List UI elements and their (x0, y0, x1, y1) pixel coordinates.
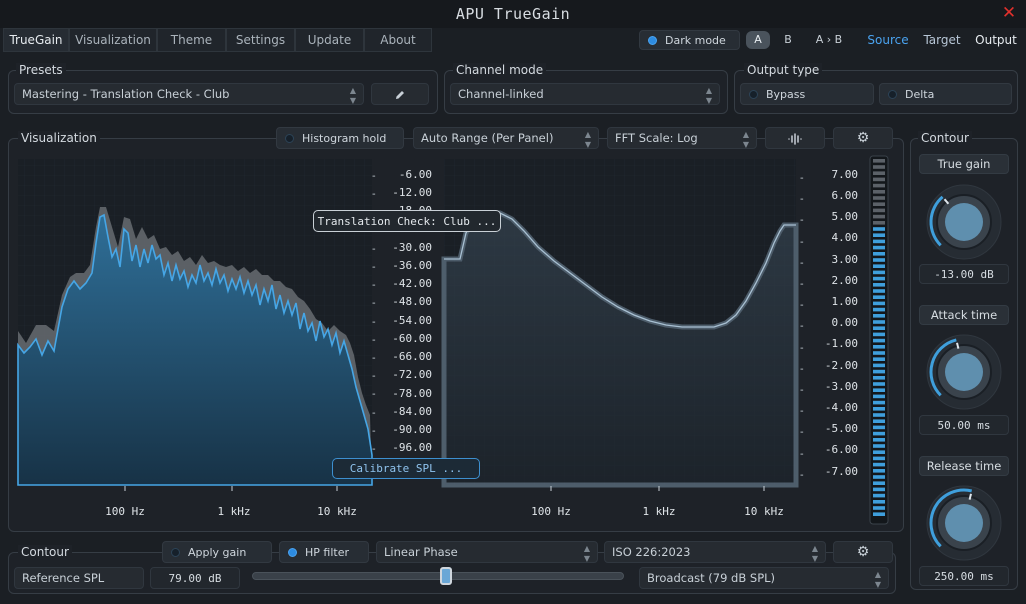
freq-label: 1 kHz (217, 505, 251, 518)
freq-label: 100 Hz (531, 505, 571, 518)
monitor-target-button[interactable]: Target (918, 31, 966, 49)
hp-filter-indicator-icon (288, 548, 297, 557)
contour-bottom-title: Contour (18, 545, 72, 559)
contour-settings-button[interactable]: ⚙ (833, 541, 893, 563)
reference-spl-value[interactable]: 79.00 dB (150, 567, 240, 589)
channel-mode-select[interactable]: Channel-linked ▲ ▼ (450, 83, 720, 105)
dark-mode-indicator-icon (648, 36, 657, 45)
presets-title: Presets (16, 63, 66, 77)
updown-icon: ▲ ▼ (584, 130, 591, 149)
attack-time-label: Attack time (919, 305, 1009, 325)
edit-preset-button[interactable] (371, 83, 429, 105)
freq-label: 10 kHz (744, 505, 784, 518)
histogram-hold-toggle[interactable]: Histogram hold (276, 127, 404, 149)
output-type-title: Output type (744, 63, 823, 77)
release-time-label: Release time (919, 456, 1009, 476)
slider-thumb[interactable] (440, 567, 453, 585)
reference-spl-slider[interactable] (252, 567, 624, 585)
standard-value: ISO 226:2023 (612, 545, 691, 559)
ab-copy-button[interactable]: A › B (806, 31, 852, 49)
true-gain-value[interactable]: -13.00 dB (919, 264, 1009, 284)
true-gain-knob[interactable] (924, 182, 1004, 262)
attack-time-value[interactable]: 50.00 ms (919, 415, 1009, 435)
tab-update[interactable]: Update (295, 28, 364, 52)
tab-truegain[interactable]: TrueGain (3, 28, 69, 52)
updown-icon: ▲ ▼ (349, 86, 356, 105)
phase-value: Linear Phase (384, 545, 458, 559)
right-scale-ticks: --------------- (800, 173, 804, 481)
contour-side-title: Contour (918, 131, 972, 145)
tab-settings[interactable]: Settings (226, 28, 295, 52)
freq-label: 100 Hz (105, 505, 145, 518)
ab-a-button[interactable]: A (746, 31, 770, 49)
visualization-settings-button[interactable]: ⚙ (833, 127, 893, 149)
delta-indicator-icon (888, 90, 897, 99)
calibrate-spl-button[interactable]: Calibrate SPL ... (332, 458, 480, 479)
reference-spl-label: Reference SPL (14, 567, 144, 589)
histogram-hold-indicator-icon (285, 134, 294, 143)
hp-filter-toggle[interactable]: HP filter (279, 541, 369, 563)
updown-icon: ▲ ▼ (742, 130, 749, 149)
updown-icon: ▲ ▼ (811, 544, 818, 563)
freq-label: 10 kHz (317, 505, 357, 518)
waveform-button[interactable] (765, 127, 825, 149)
fft-scale-value: FFT Scale: Log (615, 131, 698, 145)
range-select[interactable]: Auto Range (Per Panel) ▲ ▼ (413, 127, 599, 149)
spl-preset-value: Broadcast (79 dB SPL) (647, 571, 776, 585)
monitor-output-button[interactable]: Output (972, 31, 1020, 49)
close-icon[interactable]: ✕ (1000, 4, 1018, 22)
spl-preset-select[interactable]: Broadcast (79 dB SPL) ▲ ▼ (639, 567, 889, 589)
freq-label: 1 kHz (642, 505, 676, 518)
bypass-indicator-icon (749, 90, 758, 99)
histogram-hold-label: Histogram hold (302, 132, 387, 145)
apply-gain-indicator-icon (171, 548, 180, 557)
bypass-label: Bypass (766, 88, 806, 101)
fft-scale-select[interactable]: FFT Scale: Log ▲ ▼ (607, 127, 757, 149)
delta-toggle[interactable]: Delta (879, 83, 1012, 105)
visualization-title: Visualization (18, 131, 100, 145)
preset-value: Mastering - Translation Check - Club (22, 87, 230, 101)
true-gain-label: True gain (919, 154, 1009, 174)
apply-gain-label: Apply gain (188, 546, 247, 559)
attack-time-knob[interactable] (924, 332, 1004, 412)
delta-label: Delta (905, 88, 935, 101)
gear-icon: ⚙ (856, 130, 870, 146)
updown-icon: ▲ ▼ (874, 570, 881, 589)
release-time-knob[interactable] (924, 483, 1004, 563)
standard-select[interactable]: ISO 226:2023 ▲ ▼ (604, 541, 826, 563)
phase-select[interactable]: Linear Phase ▲ ▼ (376, 541, 598, 563)
tab-about[interactable]: About (364, 28, 432, 52)
channel-mode-value: Channel-linked (458, 87, 544, 101)
channel-mode-title: Channel mode (453, 63, 547, 77)
target-curve-tag[interactable]: Translation Check: Club ... (313, 210, 501, 232)
updown-icon: ▲ ▼ (705, 86, 712, 105)
apply-gain-toggle[interactable]: Apply gain (162, 541, 272, 563)
pencil-icon (396, 91, 404, 99)
app-title: APU TrueGain (455, 5, 571, 23)
range-value: Auto Range (Per Panel) (421, 131, 554, 145)
dark-mode-toggle[interactable]: Dark mode (639, 30, 740, 50)
updown-icon: ▲ ▼ (583, 544, 590, 563)
gear-icon: ⚙ (856, 544, 870, 560)
hp-filter-label: HP filter (305, 546, 349, 559)
preset-select[interactable]: Mastering - Translation Check - Club ▲ ▼ (14, 83, 364, 105)
release-time-value[interactable]: 250.00 ms (919, 566, 1009, 586)
tab-visualization[interactable]: Visualization (69, 28, 157, 52)
dark-mode-label: Dark mode (665, 34, 726, 47)
bypass-toggle[interactable]: Bypass (740, 83, 874, 105)
waveform-icon (788, 133, 802, 145)
ab-b-button[interactable]: B (778, 31, 798, 49)
tab-theme[interactable]: Theme (157, 28, 226, 52)
monitor-source-button[interactable]: Source (864, 31, 912, 49)
